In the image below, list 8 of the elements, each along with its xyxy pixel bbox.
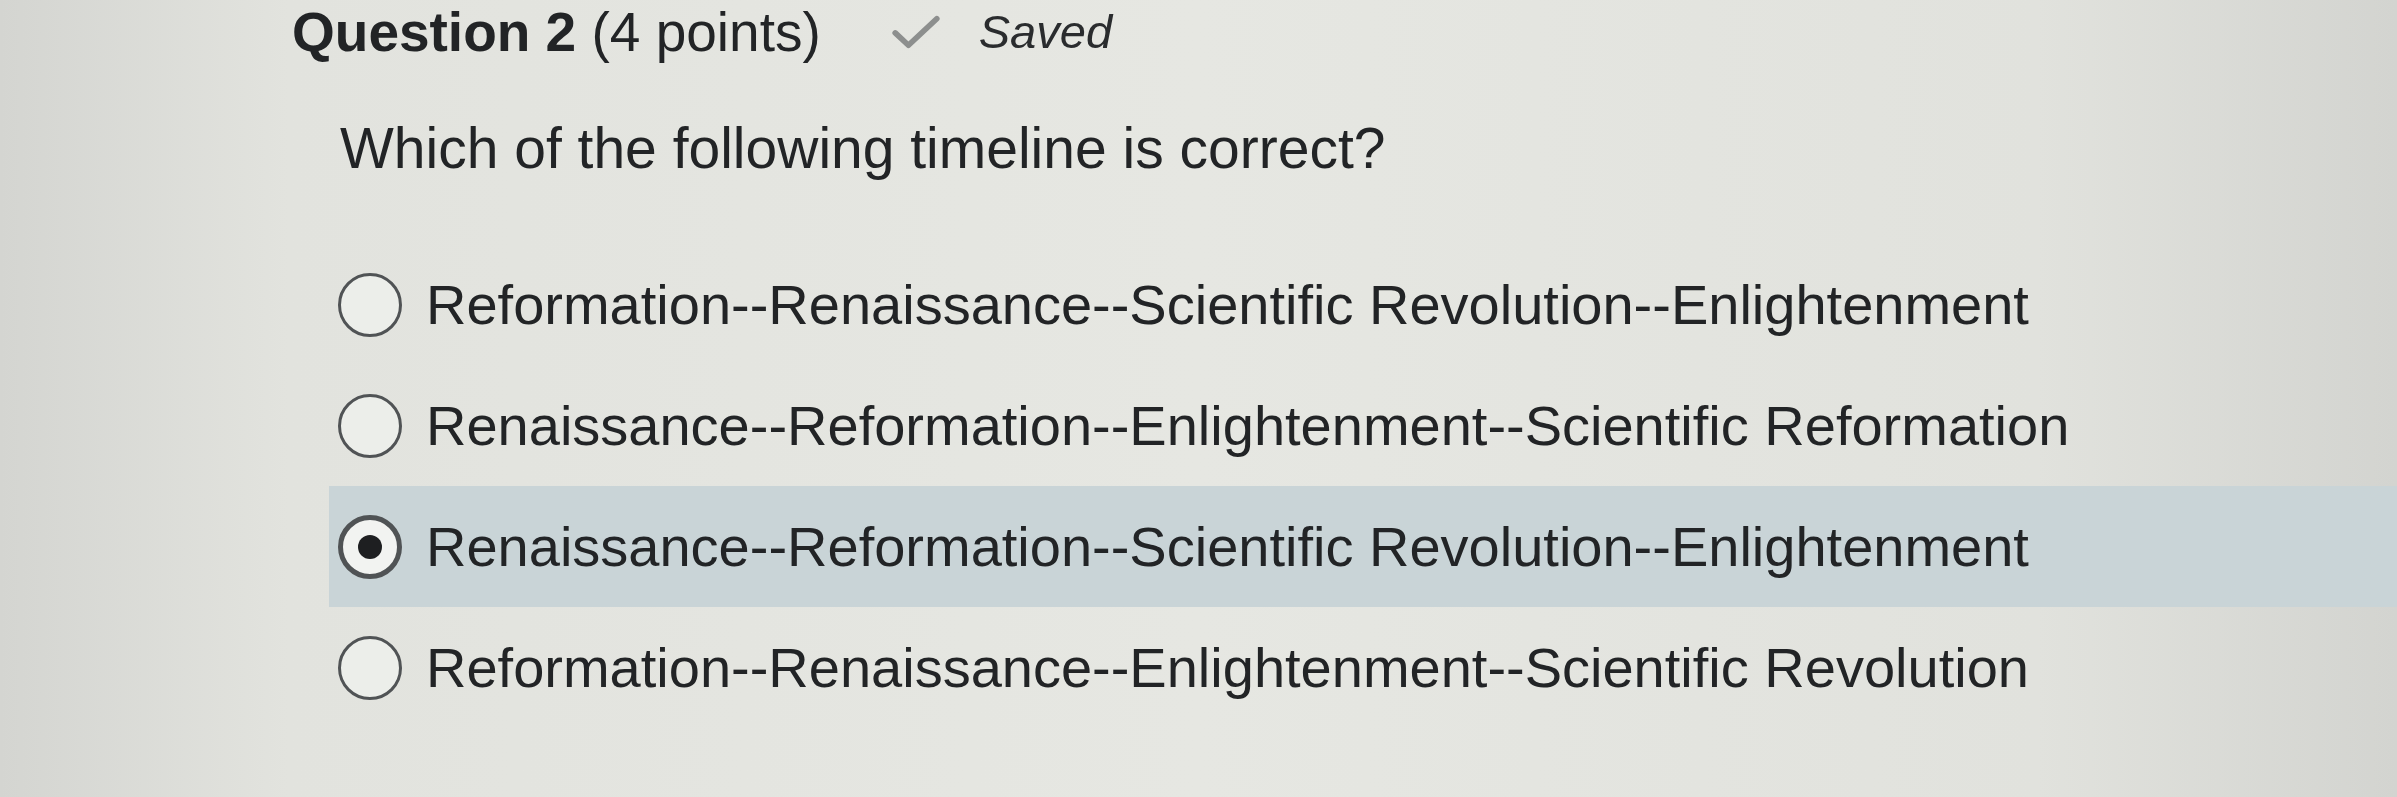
question-prompt: Which of the following timeline is correct? <box>340 116 1387 180</box>
save-status: Saved <box>978 4 1113 60</box>
question-title: Question 2 (4 points) <box>292 0 821 64</box>
option-label[interactable]: Reformation--Renaissance--Enlightenment--Scientific Revolution <box>426 635 2029 700</box>
option-label[interactable]: Renaissance--Reformation--Enlightenment--Scientific Reformation <box>426 393 2070 458</box>
checkmark-icon <box>890 15 941 49</box>
option-label[interactable]: Renaissance--Reformation--Scientific Revolution--Enlightenment <box>426 514 2029 579</box>
option-label[interactable]: Reformation--Renaissance--Scientific Revolution--Enlightenment <box>426 272 2029 337</box>
